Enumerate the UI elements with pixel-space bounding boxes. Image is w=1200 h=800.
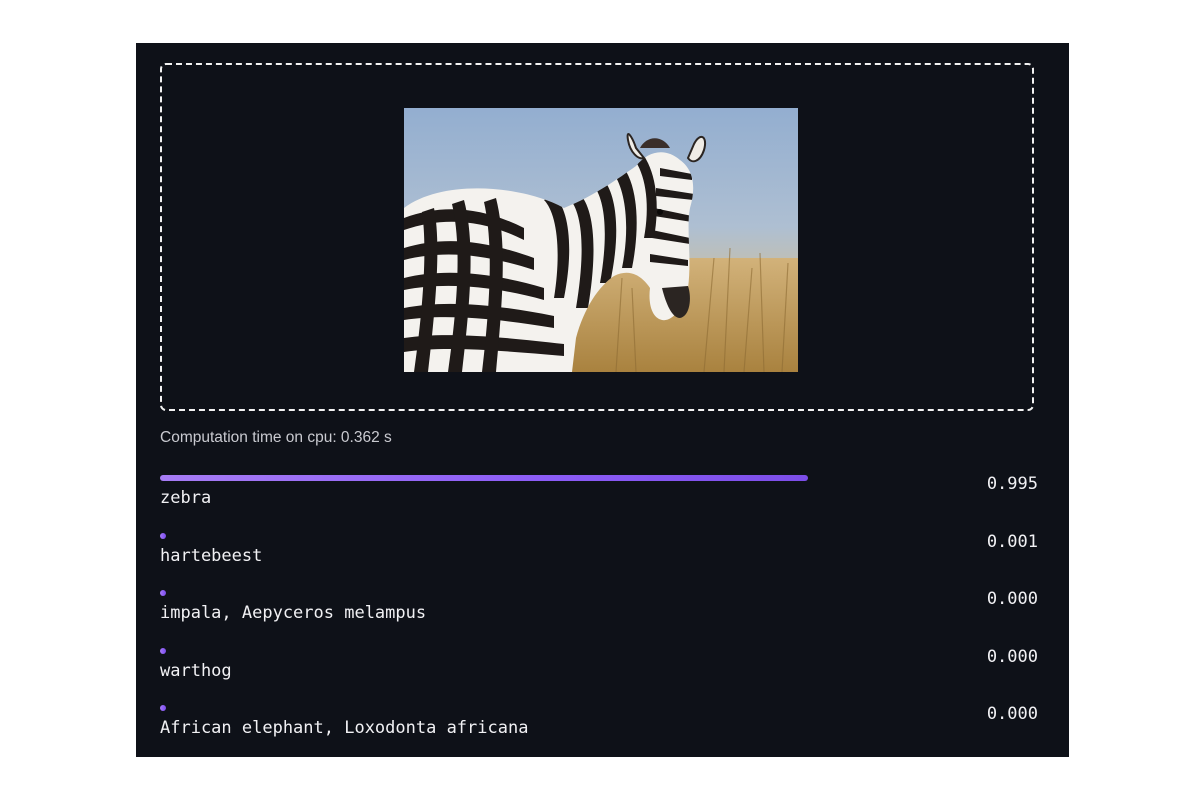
prediction-row: hartebeest 0.001 [160, 531, 1040, 591]
app-panel: Computation time on cpu: 0.362 s zebra 0.… [136, 43, 1069, 757]
prediction-results: zebra 0.995 hartebeest 0.001 impala, Aepycer… [160, 474, 1040, 757]
confidence-bar-fill [160, 705, 166, 712]
confidence-bar-fill [160, 532, 166, 539]
prediction-row: zebra 0.995 [160, 474, 1040, 533]
confidence-bar [160, 532, 811, 539]
prediction-label: zebra [160, 488, 212, 508]
confidence-bar [160, 590, 811, 597]
confidence-bar [160, 705, 811, 712]
prediction-row: African elephant, Loxodonta africana 0.00… [160, 704, 1040, 757]
confidence-bar-fill [160, 647, 166, 654]
uploaded-image [404, 108, 798, 372]
confidence-bar [160, 647, 811, 654]
prediction-score: 0.000 [986, 704, 1038, 725]
prediction-score: 0.001 [986, 531, 1038, 552]
prediction-score: 0.000 [986, 646, 1038, 667]
prediction-score: 0.000 [986, 589, 1038, 610]
zebra-photo [404, 108, 798, 372]
image-dropzone[interactable] [160, 63, 1034, 411]
confidence-bar-fill [160, 475, 808, 481]
prediction-row: impala, Aepyceros melampus 0.000 [160, 589, 1040, 648]
prediction-label: African elephant, Loxodonta africana [160, 718, 529, 739]
prediction-row: warthog 0.000 [160, 646, 1040, 706]
prediction-label: warthog [160, 660, 232, 681]
prediction-label: impala, Aepyceros melampus [160, 603, 427, 624]
prediction-label: hartebeest [160, 545, 263, 566]
computation-time-text: Computation time on cpu: 0.362 s [160, 429, 392, 446]
confidence-bar [160, 475, 811, 481]
prediction-score: 0.995 [986, 474, 1038, 494]
confidence-bar-fill [160, 590, 166, 597]
